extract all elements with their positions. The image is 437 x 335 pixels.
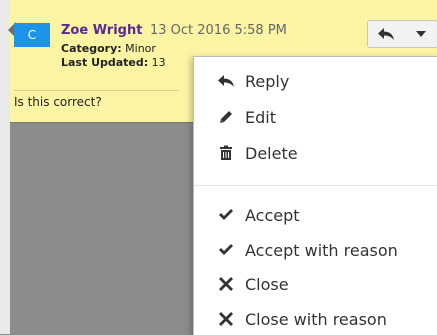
- comment-timestamp: 13 Oct 2016 5:58 PM: [150, 23, 287, 38]
- comment-meta: Category: Minor Last Updated: 13: [61, 42, 166, 70]
- last-updated-line: Last Updated: 13: [61, 56, 166, 70]
- close-icon: [216, 274, 236, 294]
- menu-item-label: Reply: [245, 71, 290, 91]
- comment-text: Is this correct?: [14, 95, 102, 109]
- last-updated-key: Last Updated:: [61, 56, 149, 69]
- user-badge: C: [14, 23, 50, 47]
- menu-item-accept-with-reason[interactable]: Accept with reason: [194, 234, 437, 266]
- comment-divider: [14, 90, 179, 91]
- comment-author[interactable]: Zoe Wright: [61, 23, 142, 38]
- menu-item-label: Close: [245, 274, 289, 294]
- menu-item-delete[interactable]: Delete: [194, 137, 437, 169]
- menu-divider: [194, 185, 437, 186]
- trash-icon: [216, 143, 236, 163]
- menu-item-label: Delete: [245, 143, 298, 163]
- menu-item-label: Accept: [245, 205, 300, 225]
- badge-letter: C: [27, 28, 37, 42]
- chevron-down-icon: [415, 31, 426, 37]
- left-panel-strip: [0, 0, 10, 334]
- check-icon: [216, 205, 236, 225]
- menu-item-label: Accept with reason: [245, 240, 398, 260]
- close-icon: [216, 309, 236, 329]
- category-key: Category:: [61, 42, 122, 55]
- menu-item-label: Close with reason: [245, 309, 387, 329]
- menu-item-close[interactable]: Close: [194, 268, 437, 300]
- menu-item-edit[interactable]: Edit: [194, 101, 437, 133]
- more-actions-dropdown-button[interactable]: [404, 20, 437, 48]
- menu-item-accept[interactable]: Accept: [194, 199, 437, 231]
- reply-icon: [377, 27, 395, 41]
- category-value: Minor: [125, 42, 156, 55]
- actions-dropdown-menu: Reply Edit Delete Accept Accept with rea…: [193, 56, 437, 335]
- menu-item-close-with-reason[interactable]: Close with reason: [194, 303, 437, 335]
- last-updated-value: 13: [151, 56, 166, 69]
- category-line: Category: Minor: [61, 42, 166, 56]
- reply-icon: [216, 71, 236, 91]
- check-icon: [216, 240, 236, 260]
- menu-item-reply[interactable]: Reply: [194, 65, 437, 97]
- menu-item-label: Edit: [245, 107, 276, 127]
- pencil-icon: [216, 107, 236, 127]
- reply-button[interactable]: [367, 20, 405, 48]
